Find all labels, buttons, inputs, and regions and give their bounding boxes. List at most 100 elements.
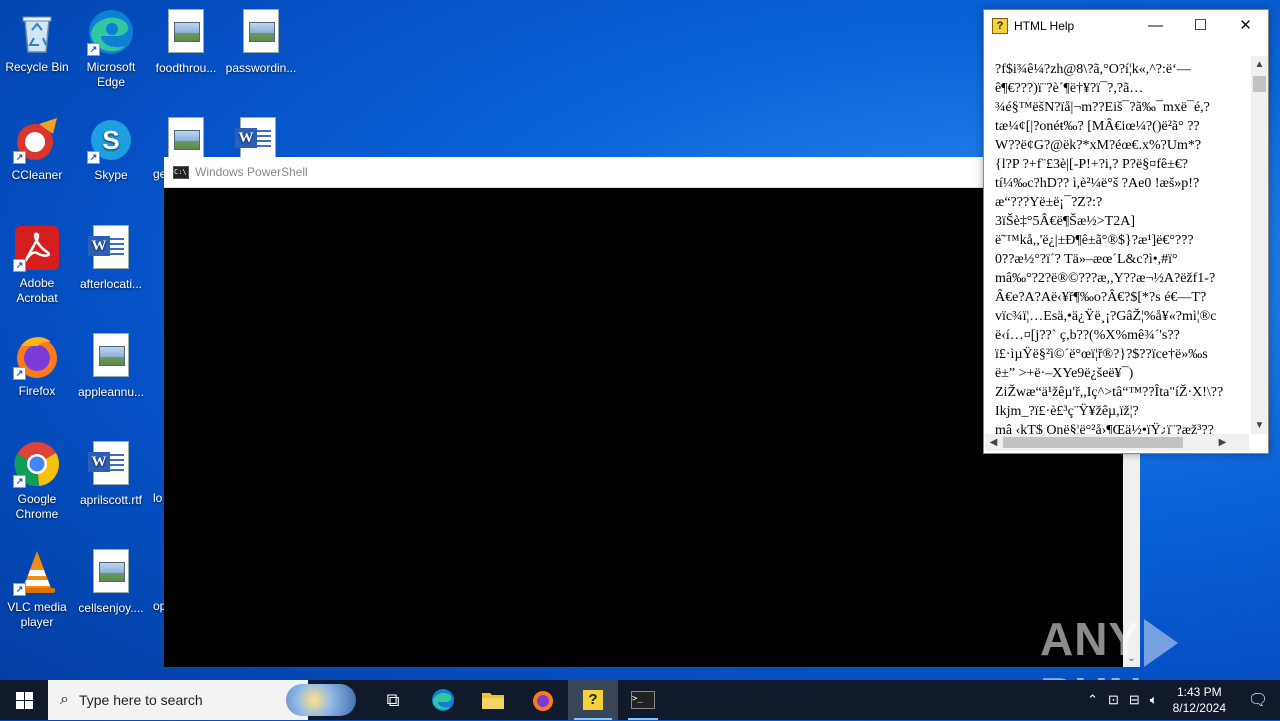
desktop-icon-foodthrou[interactable]: foodthrou... — [150, 6, 222, 76]
help-icon: ? — [992, 18, 1008, 34]
desktop-icon-label: Firefox — [18, 384, 56, 398]
desktop-icon-appleannu[interactable]: appleannu... — [75, 330, 147, 400]
help-text-line: mâ‰°?2?ë®©???æ,,Y??æ¬½A?ëžf1-? — [995, 271, 1216, 286]
help-text-line: ï£·ìµŸë§²ì©´ë°œï¦ř®?}?$??ïce†ë»‰s — [995, 347, 1208, 362]
taskbar-html-help[interactable]: ? — [568, 680, 618, 720]
desktop-icon-adobe-acrobat[interactable]: ↗ Adobe Acrobat — [1, 222, 73, 306]
image-file-icon — [237, 9, 285, 57]
image-file-icon — [87, 549, 135, 597]
svg-text:S: S — [102, 125, 119, 155]
minimize-button[interactable]: — — [1133, 10, 1178, 42]
help-text-line: W??ë¢G?@ëk?*xM?éœ€.x%?Um*? — [995, 138, 1202, 153]
help-text-line: ê¶€???)ï¨?è´¶ë†¥?ï¯?,?ã… — [995, 81, 1144, 96]
image-file-icon — [162, 9, 210, 57]
scroll-left-icon[interactable]: ◀ — [985, 434, 1002, 451]
desktop-icon-label: Recycle Bin — [5, 60, 69, 74]
taskbar-edge[interactable] — [418, 680, 468, 720]
desktop-icon-label: aprilscott.rtf — [79, 493, 142, 507]
help-text-line: tæ¼¢[|?onéŧ‰? [MÂ€iœ¼?()ë²ã° ?? — [995, 119, 1200, 134]
desktop-icon-recycle-bin[interactable]: Recycle Bin — [1, 6, 73, 75]
help-vertical-scrollbar[interactable]: ▲ ▼ — [1251, 56, 1268, 434]
help-icon: ? — [583, 690, 603, 710]
close-button[interactable]: ✕ — [1223, 10, 1268, 42]
scroll-right-icon[interactable]: ▶ — [1214, 434, 1231, 451]
desktop-icon-skype[interactable]: S ↗ Skype — [75, 114, 147, 183]
skype-icon: S ↗ — [87, 116, 135, 164]
desktop-icon-microsoft-edge[interactable]: ↗ Microsoft Edge — [75, 6, 147, 90]
desktop-icon-label: afterlocati... — [79, 277, 143, 291]
shortcut-arrow-icon: ↗ — [13, 151, 26, 164]
scroll-up-icon[interactable]: ▲ — [1251, 56, 1268, 73]
help-text-line: 3ïŠè‡°5Â€ë¶Šæ½>T2A] — [995, 214, 1135, 229]
help-text-line: ?f$i¾ê¼?zh@8\?ã,°O?í¦k«,^?:ë‘— — [995, 62, 1191, 77]
scroll-down-icon[interactable]: ▼ — [1251, 417, 1268, 434]
desktop-icon-label: appleannu... — [77, 385, 145, 399]
start-button[interactable] — [0, 680, 48, 720]
ccleaner-icon: ↗ — [13, 116, 61, 164]
help-text-line: 0??æ½°?ï´? Tä»–æœ´L&c?ì•,#ï° — [995, 252, 1178, 267]
help-text-line: mâ ‹kT$ Onë§¦ë°²å›¶Œä½•ïŸ¿ï¨?æž³?? — [995, 423, 1214, 434]
taskbar-powershell[interactable]: >_ — [618, 680, 668, 720]
powershell-icon: >_ — [631, 691, 655, 709]
edge-icon: ↗ — [87, 8, 135, 56]
desktop-icon-label: Google Chrome — [15, 492, 59, 521]
desktop-icon-ccleaner[interactable]: ↗ CCleaner — [1, 114, 73, 183]
desktop-icon-label: cellsenjoy.... — [78, 601, 144, 615]
desktop-icon-label: VLC media player — [7, 600, 67, 629]
volume-icon[interactable]: 🔈︎ — [1145, 692, 1163, 708]
help-text-line: Ikjm_?ï£·è£³ç¨Ÿ¥žêµ,ïž¦? — [995, 404, 1139, 419]
taskbar-file-explorer[interactable] — [468, 680, 518, 720]
word-file-icon: W — [87, 441, 135, 489]
search-highlight-image — [286, 684, 356, 716]
maximize-button[interactable]: ☐ — [1178, 10, 1223, 42]
desktop-icon-aprilscott[interactable]: W aprilscott.rtf — [75, 438, 147, 508]
network-device-icon[interactable]: ⊡ — [1103, 692, 1124, 708]
scroll-thumb[interactable] — [1003, 437, 1183, 448]
desktop-icon-firefox[interactable]: ↗ Firefox — [1, 330, 73, 399]
search-placeholder: Type here to search — [78, 692, 203, 708]
taskbar-search-box[interactable]: ⌕ Type here to search — [48, 680, 356, 720]
desktop-icon-cellsenjoy[interactable]: cellsenjoy.... — [75, 546, 147, 616]
taskbar-firefox[interactable] — [518, 680, 568, 720]
taskbar-task-view[interactable]: ⧉ — [368, 680, 418, 720]
network-icon[interactable]: ⊟ — [1124, 692, 1145, 708]
edge-icon — [432, 689, 454, 711]
help-text-line: Â€e?A?Aë‹¥ř¶‰o?Â€?$[*?s é€—T? — [995, 290, 1207, 305]
chrome-icon: ↗ — [13, 440, 61, 488]
scroll-thumb[interactable] — [1253, 76, 1266, 92]
help-text-line: tí¼‰c?hD?? ì,è²¼ë°š ?Ae0 !æš»p!? — [995, 176, 1200, 191]
help-content[interactable]: ?f$i¾ê¼?zh@8\?ã,°O?í¦k«,^?:ë‘— ê¶€???)ï¨… — [985, 56, 1249, 434]
taskbar-clock[interactable]: 1:43 PM 8/12/2024 — [1163, 684, 1236, 716]
word-file-icon: W — [87, 225, 135, 273]
help-text-line: {l?P ?+f¨£3è|[-P!+?i,? P?ë§¤fê±€? — [995, 157, 1189, 172]
taskbar: ⌕ Type here to search ⧉ ? >_ ⌃ ⊡ ⊟ 🔈︎ 1:… — [0, 680, 1280, 720]
shortcut-arrow-icon: ↗ — [87, 43, 100, 56]
help-text-line: ¾é§™ëšN?ïå|¬m??Eiš¯?ã‰¯mxë¯é,? — [995, 100, 1210, 115]
task-view-icon: ⧉ — [386, 689, 400, 710]
system-tray: ⌃ ⊡ ⊟ 🔈︎ 1:43 PM 8/12/2024 🗨︎ — [1082, 680, 1280, 720]
desktop-icon-label: Skype — [94, 168, 128, 182]
desktop-icon-vlc[interactable]: ↗ VLC media player — [1, 546, 73, 630]
clock-date: 8/12/2024 — [1172, 701, 1226, 715]
html-help-window[interactable]: ? HTML Help — ☐ ✕ ?f$i¾ê¼?zh@8\?ã,°O?í¦k… — [983, 9, 1269, 454]
desktop-icon-afterlocati[interactable]: W afterlocati... — [75, 222, 147, 292]
help-text-line: ë‹í…¤[j??` ç,b??(%X%mê¾´'s?? — [995, 328, 1180, 343]
help-titlebar[interactable]: ? HTML Help — ☐ ✕ — [984, 10, 1268, 42]
search-icon: ⌕ — [60, 691, 69, 708]
desktop-icon-google-chrome[interactable]: ↗ Google Chrome — [1, 438, 73, 522]
acrobat-icon: ↗ — [13, 224, 61, 272]
shortcut-arrow-icon: ↗ — [13, 475, 26, 488]
help-text-line: ë˜™kå,,'ë¿|±Ð¶ê±ã°®$}?æ¹]ë€°??? — [995, 233, 1194, 248]
watermark-text-left: ANY — [1040, 613, 1141, 665]
powershell-icon: C:\ — [173, 165, 189, 179]
desktop-icon-label: Adobe Acrobat — [16, 276, 58, 305]
help-text-line: vïc¾ï¦…Esä,•ä¿Ÿë¸¡?GâŽ¦%å¥«?mì¦®c — [995, 309, 1217, 324]
desktop-icon-passwordin[interactable]: passwordin... — [225, 6, 297, 76]
play-icon — [1144, 618, 1179, 667]
help-horizontal-scrollbar[interactable]: ◀ ▶ — [985, 434, 1249, 451]
recycle-bin-icon — [13, 8, 61, 56]
help-text-line: æ“???Yë±ë¡¯?Z?:? — [995, 195, 1103, 210]
help-text-line: ZiŽwæ“ä¹žêµ'ř,,Iç^>tâ“™??Îta"íŽ·X!\?? — [995, 385, 1224, 400]
chevron-up-icon[interactable]: ⌃ — [1082, 692, 1103, 708]
notification-icon[interactable]: 🗨︎ — [1236, 690, 1280, 710]
